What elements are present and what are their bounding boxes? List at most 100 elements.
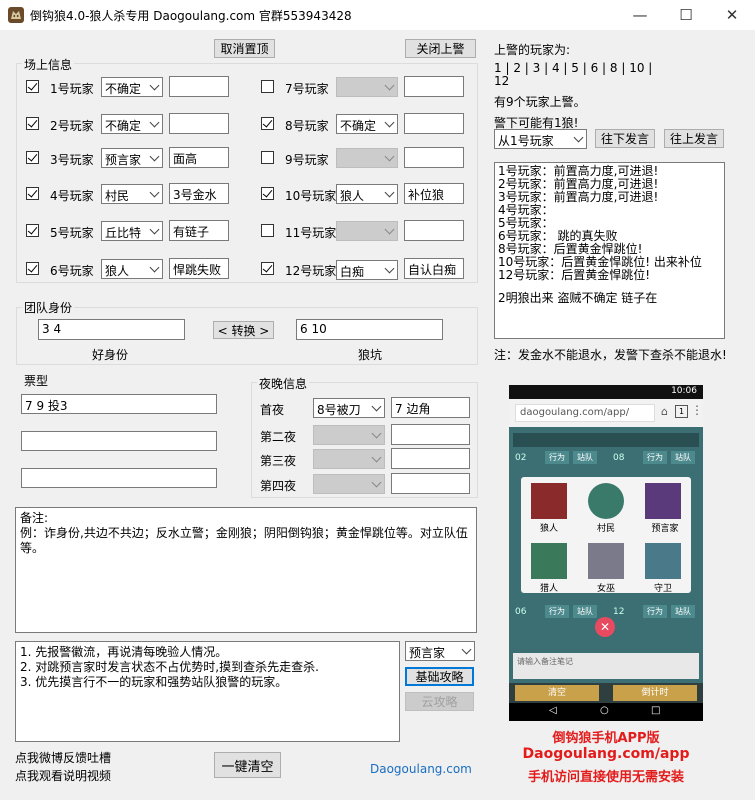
phone-action-b-1: 站队 bbox=[573, 451, 597, 464]
night-4-note-input[interactable] bbox=[391, 473, 470, 494]
phone-guard-icon bbox=[645, 543, 681, 579]
player-7-checkbox[interactable] bbox=[261, 80, 274, 93]
night-4-select[interactable] bbox=[313, 474, 385, 494]
player-2-checkbox[interactable] bbox=[26, 117, 39, 130]
player-11-note-input[interactable] bbox=[404, 220, 464, 241]
player-11-checkbox[interactable] bbox=[261, 224, 274, 237]
vote-line-1-input[interactable]: 7 9 投3 bbox=[21, 394, 217, 414]
tips-line-2: 2. 对跳预言家时发言状态不占优势时,摸到查杀先走查杀. bbox=[20, 660, 319, 674]
speech-log-textarea[interactable]: 1号玩家：前置高力度,可进退! 2号玩家：前置高力度,可进退! 3号玩家：前置高… bbox=[494, 162, 725, 339]
night-2-note-input[interactable] bbox=[391, 424, 470, 445]
remarks-line-2: 例：诈身份,共边不共边；反水立警；金刚狼；阴阳倒钩狼；黄金悍跳位等。对立队伍等。 bbox=[20, 526, 468, 555]
player-10-role-select[interactable]: 狼人 bbox=[336, 184, 398, 204]
wolf-pit-input[interactable]: 6 10 bbox=[296, 319, 443, 340]
phone-row-num-1: 02 bbox=[515, 453, 527, 463]
player-6-checkbox[interactable] bbox=[26, 262, 39, 275]
phone-back-icon: ◁ bbox=[549, 705, 557, 716]
player-5-note-input[interactable]: 有链子 bbox=[169, 220, 229, 241]
player-3-role-select[interactable]: 预言家 bbox=[101, 148, 163, 168]
player-1-label: 1号玩家 bbox=[50, 82, 94, 96]
night-2-label: 第二夜 bbox=[260, 430, 297, 444]
sheriff-title: 上警的玩家为: bbox=[494, 43, 571, 57]
player-8-role-select[interactable]: 不确定 bbox=[336, 114, 398, 134]
strategy-role-select[interactable]: 预言家 bbox=[405, 641, 475, 661]
player-10-checkbox[interactable] bbox=[261, 187, 274, 200]
site-link[interactable]: Daogoulang.com bbox=[370, 762, 472, 776]
player-8-label: 8号玩家 bbox=[285, 119, 329, 133]
night-1-note-input[interactable]: 7 边角 bbox=[391, 397, 470, 418]
night-2-select[interactable] bbox=[313, 425, 385, 445]
player-11-role-select[interactable] bbox=[336, 221, 398, 241]
phone-recent-icon: □ bbox=[651, 705, 661, 716]
player-1-role-select[interactable]: 不确定 bbox=[101, 77, 163, 97]
player-1-checkbox[interactable] bbox=[26, 80, 39, 93]
player-4-note-input[interactable]: 3号金水 bbox=[169, 183, 229, 204]
player-7-role-select[interactable] bbox=[336, 77, 398, 97]
player-9-note-input[interactable] bbox=[404, 147, 464, 168]
basic-strategy-button[interactable]: 基础攻略 bbox=[405, 667, 474, 686]
player-3-note-input[interactable]: 面高 bbox=[169, 147, 229, 168]
minimize-button[interactable]: — bbox=[617, 0, 663, 30]
promo-line-2: Daogoulang.com/app bbox=[522, 746, 690, 762]
vote-line-2-input[interactable] bbox=[21, 431, 217, 451]
phone-note-input: 请输入备注笔记 bbox=[513, 653, 699, 679]
app-wolf-icon bbox=[8, 7, 24, 23]
player-4-checkbox[interactable] bbox=[26, 187, 39, 200]
night-3-label: 第三夜 bbox=[260, 454, 297, 468]
player-6-note-input[interactable]: 悍跳失败 bbox=[169, 258, 229, 279]
phone-action-a-1: 行为 bbox=[545, 451, 569, 464]
good-identity-label: 好身份 bbox=[92, 348, 129, 362]
tips-line-1: 1. 先报警徽流，再说清每晚验人情况。 bbox=[20, 645, 228, 659]
player-12-note-input[interactable]: 自认白痴 bbox=[404, 258, 464, 279]
player-12-checkbox[interactable] bbox=[261, 262, 274, 275]
player-12-label: 12号玩家 bbox=[285, 264, 337, 278]
speak-up-button[interactable]: 往上发言 bbox=[664, 129, 724, 148]
phone-home-icon: ⌂ bbox=[661, 405, 668, 418]
night-3-note-input[interactable] bbox=[391, 448, 470, 469]
phone-action-a-2: 行为 bbox=[643, 451, 667, 464]
phone-stats-button: 倒计时 bbox=[613, 685, 697, 701]
player-2-note-input[interactable] bbox=[169, 113, 229, 134]
cloud-strategy-button[interactable]: 云攻略 bbox=[405, 692, 474, 711]
tips-textarea[interactable]: 1. 先报警徽流，再说清每晚验人情况。 2. 对跳预言家时发言状态不占优势时,摸… bbox=[15, 641, 400, 742]
clear-all-button[interactable]: 一键清空 bbox=[214, 752, 281, 778]
player-1-note-input[interactable] bbox=[169, 76, 229, 97]
player-12-role-select[interactable]: 白痴 bbox=[336, 260, 398, 280]
good-identity-input[interactable]: 3 4 bbox=[38, 319, 185, 340]
player-5-role-select[interactable]: 丘比特 bbox=[101, 221, 163, 241]
player-9-role-select[interactable] bbox=[336, 148, 398, 168]
player-6-role-select[interactable]: 狼人 bbox=[101, 259, 163, 279]
player-8-note-input[interactable] bbox=[404, 113, 464, 134]
promo-line-1: 倒钩狼手机APP版 bbox=[552, 731, 660, 746]
player-7-note-input[interactable] bbox=[404, 76, 464, 97]
phone-role-1: 狼人 bbox=[539, 524, 558, 534]
player-2-label: 2号玩家 bbox=[50, 119, 94, 133]
night-1-select[interactable]: 8号被刀 bbox=[313, 398, 385, 418]
close-sheriff-button[interactable]: 关闭上警 bbox=[405, 39, 476, 58]
cancel-pin-button[interactable]: 取消置顶 bbox=[214, 39, 275, 58]
remarks-textarea[interactable]: 备注: 例：诈身份,共边不共边；反水立警；金刚狼；阴阳倒钩狼；黄金悍跳位等。对立… bbox=[15, 507, 477, 633]
player-9-checkbox[interactable] bbox=[261, 151, 274, 164]
player-2-role-select[interactable]: 不确定 bbox=[101, 114, 163, 134]
weibo-feedback-link[interactable]: 点我微博反馈吐槽 bbox=[15, 749, 111, 766]
night-3-select[interactable] bbox=[313, 449, 385, 469]
maximize-button[interactable]: ☐ bbox=[663, 0, 709, 30]
speak-from-select[interactable]: 从1号玩家 bbox=[494, 129, 587, 149]
speak-down-button[interactable]: 往下发言 bbox=[595, 129, 655, 148]
player-8-checkbox[interactable] bbox=[261, 117, 274, 130]
night-1-label: 首夜 bbox=[260, 403, 285, 417]
player-10-note-input[interactable]: 补位狼 bbox=[404, 183, 464, 204]
phone-row-num-3: 06 bbox=[515, 607, 527, 617]
log-note: 注：发金水不能退水，发警下查杀不能退水! bbox=[494, 348, 727, 362]
video-guide-link[interactable]: 点我观看说明视频 bbox=[15, 767, 111, 784]
player-4-role-select[interactable]: 村民 bbox=[101, 184, 163, 204]
phone-seer-icon bbox=[645, 483, 681, 519]
player-6-label: 6号玩家 bbox=[50, 264, 94, 278]
log-line-11: 2明狼出来 盗贼不确定 链子在 bbox=[498, 291, 658, 305]
swap-button[interactable]: < 转换 > bbox=[213, 321, 274, 339]
close-button[interactable]: ✕ bbox=[709, 0, 755, 30]
phone-action-b-2: 站队 bbox=[671, 451, 695, 464]
vote-line-3-input[interactable] bbox=[21, 468, 217, 488]
player-3-checkbox[interactable] bbox=[26, 151, 39, 164]
player-5-checkbox[interactable] bbox=[26, 224, 39, 237]
